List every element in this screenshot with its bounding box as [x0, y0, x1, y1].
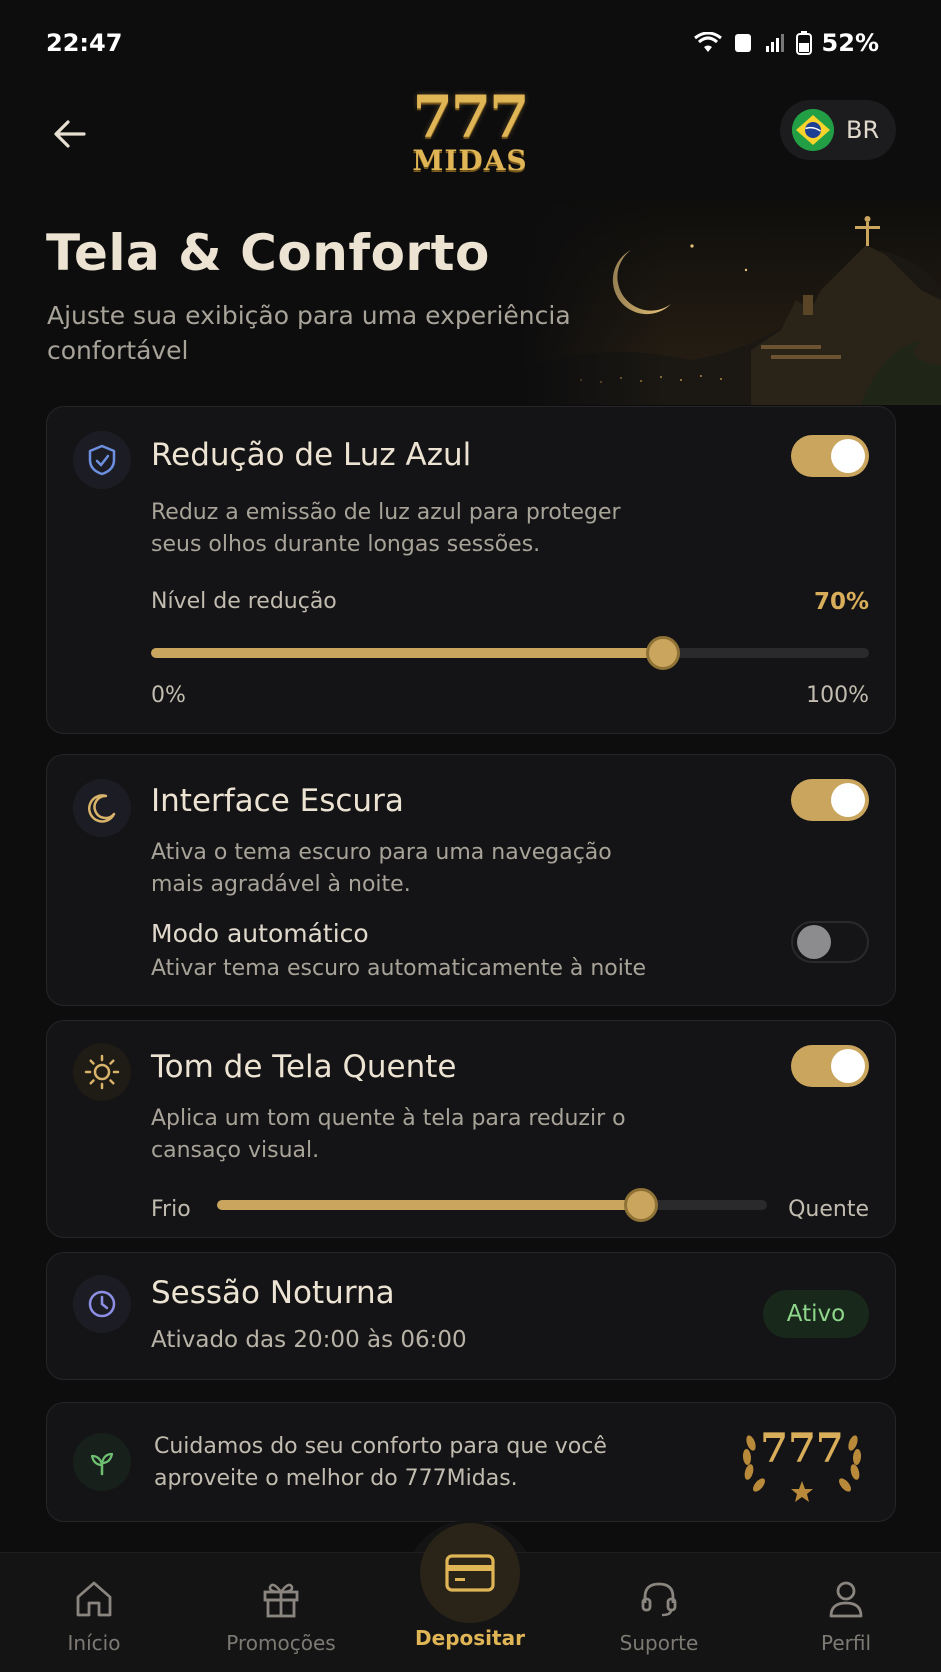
slider-thumb[interactable] [623, 1188, 658, 1222]
night-session-schedule: Ativado das 20:00 às 06:00 [151, 1327, 467, 1353]
wifi-icon [693, 32, 722, 52]
status-icons: 52% [693, 29, 879, 57]
dark-interface-card: Interface Escura Ativa o tema escuro par… [46, 754, 896, 1006]
headset-icon [637, 1577, 681, 1621]
slider-thumb[interactable] [645, 636, 680, 670]
page-subtitle: Ajuste sua exibição para uma experiência… [47, 301, 571, 365]
slider-fill [151, 648, 663, 658]
app-header: 777 MIDAS BR [0, 86, 941, 214]
moon-icon [73, 779, 131, 837]
gift-icon [259, 1577, 303, 1621]
warm-tone-description: Aplica um tom quente à tela para reduzir… [151, 1106, 626, 1163]
reduction-level-value: 70% [813, 589, 869, 615]
back-button[interactable] [46, 110, 94, 158]
home-icon [72, 1577, 116, 1621]
comfort-note-text: Cuidamos do seu conforto para que você a… [154, 1434, 607, 1491]
region-code: BR [846, 116, 880, 144]
logo-word: MIDAS [412, 144, 528, 177]
battery-icon [795, 31, 812, 55]
deposit-button[interactable] [420, 1523, 520, 1623]
deposit-label[interactable]: Depositar [400, 1626, 540, 1650]
sun-icon [73, 1043, 131, 1101]
blue-light-title: Redução de Luz Azul [151, 437, 472, 473]
page-title: Tela & Conforto [46, 224, 490, 282]
nav-profile[interactable]: Perfil [766, 1553, 926, 1672]
comfort-note-card: Cuidamos do seu conforto para que você a… [46, 1402, 896, 1522]
brazil-flag-icon [792, 109, 834, 151]
signal-icon [765, 34, 784, 52]
nav-promotions-label: Promoções [226, 1631, 336, 1655]
toggle-knob [831, 439, 865, 473]
nav-home-label: Início [67, 1631, 121, 1655]
user-icon [824, 1577, 868, 1621]
arrow-left-icon [54, 120, 86, 148]
leaf-icon [73, 1433, 131, 1491]
nav-support-label: Suporte [619, 1631, 699, 1655]
slider-fill [217, 1200, 641, 1210]
auto-mode-title: Modo automático [151, 919, 369, 948]
hero-section: Tela & Conforto Ajuste sua exibição para… [0, 200, 941, 405]
warm-tone-slider[interactable] [217, 1188, 767, 1222]
logo-number: 777 [412, 83, 529, 151]
app-logo: 777 MIDAS [400, 88, 540, 180]
warm-label: Quente [788, 1197, 869, 1222]
dark-interface-description: Ativa o tema escuro para uma navegação m… [151, 840, 612, 897]
reduction-level-label: Nível de redução [151, 589, 337, 614]
nav-profile-label: Perfil [820, 1631, 872, 1655]
laurel-emblem: 777 [737, 1421, 867, 1503]
blue-light-card: Redução de Luz Azul Reduz a emissão de l… [46, 406, 896, 734]
dark-interface-toggle[interactable] [791, 779, 869, 821]
card-icon [445, 1554, 495, 1592]
slider-min-label: 0% [151, 683, 186, 708]
reduction-level-slider[interactable] [151, 636, 869, 670]
toggle-knob [831, 1049, 865, 1083]
clock-icon [73, 1275, 131, 1333]
nav-home[interactable]: Início [14, 1553, 174, 1672]
status-bar: 22:47 52% [0, 0, 941, 86]
shield-icon [73, 431, 131, 489]
slider-max-label: 100% [806, 683, 869, 708]
nav-promotions[interactable]: Promoções [201, 1553, 361, 1672]
toggle-knob [831, 783, 865, 817]
region-selector[interactable]: BR [780, 100, 896, 160]
warm-tone-toggle[interactable] [791, 1045, 869, 1087]
status-time: 22:47 [46, 29, 123, 57]
nav-support[interactable]: Suporte [579, 1553, 739, 1672]
status-badge: Ativo [763, 1290, 869, 1338]
toggle-knob [797, 925, 831, 959]
auto-mode-toggle[interactable] [791, 921, 869, 963]
sim-icon [734, 34, 751, 52]
blue-light-description: Reduz a emissão de luz azul para protege… [151, 500, 621, 557]
emblem-number: 777 [760, 1425, 844, 1472]
dark-interface-title: Interface Escura [151, 783, 404, 819]
auto-mode-description: Ativar tema escuro automaticamente à noi… [151, 956, 647, 981]
warm-tone-title: Tom de Tela Quente [151, 1049, 457, 1085]
blue-light-toggle[interactable] [791, 435, 869, 477]
warm-tone-card: Tom de Tela Quente Aplica um tom quente … [46, 1020, 896, 1238]
night-session-card[interactable]: Sessão Noturna Ativado das 20:00 às 06:0… [46, 1252, 896, 1380]
cold-label: Frio [151, 1197, 191, 1222]
battery-percent: 52% [821, 29, 879, 57]
night-session-title: Sessão Noturna [151, 1275, 395, 1311]
